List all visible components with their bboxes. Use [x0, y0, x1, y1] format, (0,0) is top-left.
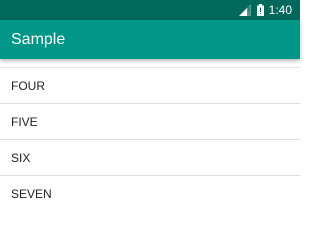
signal-icon: [238, 4, 251, 16]
list-item-six[interactable]: SIX: [0, 140, 300, 176]
list-item-label: FIVE: [11, 115, 38, 129]
list-item-four[interactable]: FOUR: [0, 68, 300, 104]
status-time: 1:40: [268, 3, 292, 17]
status-icons: 1:40: [238, 0, 292, 20]
item-list: FOUR FIVE SIX SEVEN: [0, 68, 300, 212]
app-title: Sample: [11, 31, 66, 48]
battery-icon: [256, 4, 264, 16]
list-item-five[interactable]: FIVE: [0, 104, 300, 140]
list-item-label: FOUR: [11, 79, 45, 93]
status-bar: 1:40: [0, 0, 300, 20]
list-item-seven[interactable]: SEVEN: [0, 176, 300, 212]
list-item-label: SEVEN: [11, 187, 52, 201]
list-item-label: SIX: [11, 151, 31, 165]
app-bar: Sample: [0, 20, 300, 59]
